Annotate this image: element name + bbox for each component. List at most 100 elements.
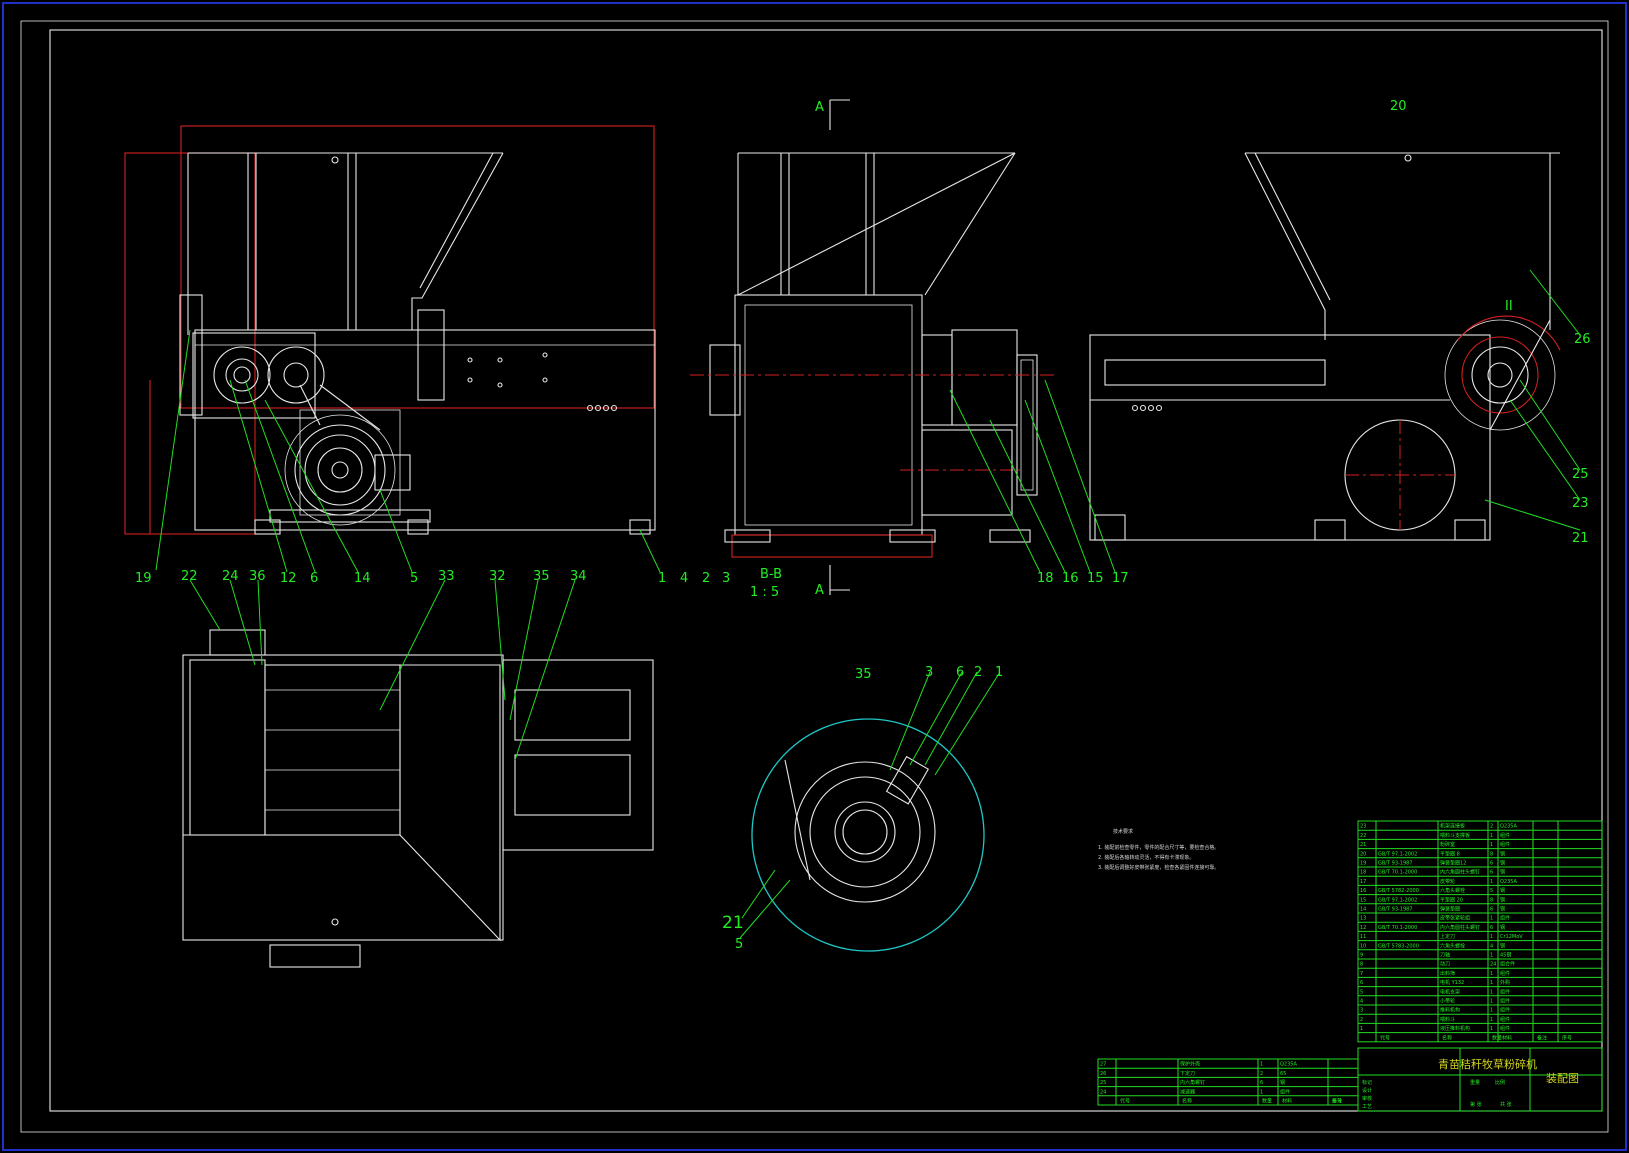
part-number: 23: [1572, 496, 1589, 511]
notes-title: 技术要求: [1113, 828, 1133, 835]
title-cell: 审核: [1362, 1095, 1372, 1102]
bom-cell: 6: [1360, 980, 1363, 986]
bom-cell: 15: [1360, 897, 1366, 903]
bom-cell: 保护外壳: [1180, 1061, 1200, 1068]
bom-cell: 组件: [1500, 915, 1510, 922]
note-line: 3. 装配后调整好皮带张紧度，检查各紧固件连接可靠。: [1098, 864, 1219, 871]
bom-cell: 6: [1490, 861, 1493, 867]
part-number: 3: [722, 571, 730, 586]
bom-cell: 23: [1360, 824, 1366, 830]
bom-cell: GB/T 5782-2000: [1378, 888, 1419, 894]
bom-cell: 14: [1360, 907, 1366, 913]
bom-cell: 组件: [1500, 998, 1510, 1005]
bom-cell: 内六角圆柱头螺钉: [1440, 924, 1480, 931]
part-number: 20: [1390, 99, 1407, 114]
bom-cell: 钢: [1500, 860, 1505, 867]
detail-number: 21: [722, 913, 744, 933]
bom-cell: 10: [1360, 943, 1366, 949]
bom-cell: 推料机构: [1440, 1007, 1460, 1014]
bom-cell: 17: [1360, 879, 1366, 885]
bom-cell: 动刀: [1440, 961, 1450, 968]
part-number: 34: [570, 569, 587, 584]
bom-cell: 钢: [1500, 850, 1505, 857]
part-number: 21: [1572, 531, 1589, 546]
bom-cell: 粉碎室: [1440, 841, 1455, 848]
bom-cell: GB/T 93-1987: [1378, 907, 1413, 913]
bom-cell: 24: [1100, 1089, 1106, 1095]
bom-header-cell: 材料: [1502, 1034, 1512, 1041]
part-number: 12: [280, 571, 297, 586]
part-number: 17: [1112, 571, 1129, 586]
assembly-drawing: 19 12 6 14 5 1 4 2 3 18 16 15 17 20 21 2…: [2, 2, 1627, 1151]
bom-cell: 组件: [1500, 988, 1510, 995]
part-number: 33: [438, 569, 455, 584]
bom-cell: 5: [1360, 989, 1363, 995]
bom-cell: 7: [1360, 971, 1363, 977]
bom-cell: 26: [1100, 1071, 1106, 1077]
part-number: 4: [680, 571, 688, 586]
bom-cell: 12: [1360, 925, 1366, 931]
part-number: 36: [249, 569, 266, 584]
bom-cell: 1: [1490, 971, 1493, 977]
bom-cell: 1: [1490, 999, 1493, 1005]
bom-cell: 液压推料机构: [1440, 1025, 1470, 1032]
bom-cell: 2: [1490, 824, 1493, 830]
bom-cell: 喂料斗: [1440, 1016, 1455, 1023]
bom-cell: 9: [1360, 953, 1363, 959]
bom-cell: GB/T 70.1-2000: [1378, 925, 1417, 931]
bom-header-cell: 数量: [1492, 1034, 1502, 1041]
bom-cell: 平垫圈 20: [1440, 896, 1463, 903]
bom-cell: 刀轴: [1440, 952, 1450, 959]
bom-cell: 18: [1360, 870, 1366, 876]
part-number: 15: [1087, 571, 1104, 586]
bom-cell: 4: [1360, 999, 1363, 1005]
title-cell: 标记: [1362, 1079, 1372, 1086]
bom-header-cell: 序号: [1562, 1034, 1572, 1041]
bom-cell: 2: [1360, 1017, 1363, 1023]
bom-cell: 6: [1260, 1080, 1263, 1086]
bom-cell: 4: [1490, 943, 1493, 949]
bom-cell: 1: [1490, 934, 1493, 940]
bom-cell: 钢: [1280, 1079, 1285, 1086]
bom-cell: 1: [1490, 916, 1493, 922]
bom-cell: 减速器: [1180, 1088, 1195, 1095]
bom-cell: 20: [1360, 851, 1366, 857]
bom-cell: 钢: [1500, 942, 1505, 949]
part-number: 24: [222, 569, 239, 584]
part-number: 1: [658, 571, 666, 586]
part-number: 5: [410, 571, 418, 586]
bom-cell: 1: [1490, 833, 1493, 839]
part-number: 35: [533, 569, 550, 584]
bom-cell: 1: [1360, 1026, 1363, 1032]
bom-cell: 组件: [1500, 1016, 1510, 1023]
note-line: 2. 装配后各轴转动灵活，不得有卡滞现象。: [1098, 854, 1194, 861]
bom-cell: Q235A: [1500, 879, 1517, 885]
bom-cell: GB/T 97.1-2002: [1378, 897, 1417, 903]
bom-cell: 8: [1490, 897, 1493, 903]
detail-label: II: [1505, 299, 1513, 314]
section-label: A: [815, 583, 824, 598]
part-number: 32: [489, 569, 506, 584]
bom-cell: GB/T 5783-2000: [1378, 943, 1419, 949]
detail-view: [751, 718, 985, 952]
bom-cell: 组件: [1500, 1007, 1510, 1014]
bom-header-cell: 代号: [1120, 1098, 1130, 1105]
bom-cell: 组件: [1500, 1025, 1510, 1032]
drawing-subtitle: 装配图: [1546, 1072, 1579, 1085]
bom-cell: 组件: [1500, 832, 1510, 839]
bom-cell: 钢: [1500, 887, 1505, 894]
part-number: 2: [702, 571, 710, 586]
detail-number: 5: [735, 937, 743, 952]
bom-cell: 1: [1490, 953, 1493, 959]
technical-notes: 技术要求 1. 装配前检查零件，零件的配合尺寸等，要检查合格。 2. 装配后各轴…: [1098, 828, 1219, 871]
bom-header-cell: 备注: [1332, 1098, 1342, 1105]
bom-cell: 内六角圆柱头螺钉: [1440, 869, 1480, 876]
scale-label: 1 : 5: [750, 585, 779, 600]
title-cell: 工艺: [1362, 1104, 1372, 1110]
bom-cell: GB/T 70.1-2000: [1378, 870, 1417, 876]
bom-cell: 钢: [1500, 924, 1505, 931]
bom-cell: 1: [1490, 1017, 1493, 1023]
part-number: 22: [181, 569, 198, 584]
part-number: 16: [1062, 571, 1079, 586]
bom-cell: 5: [1490, 888, 1493, 894]
